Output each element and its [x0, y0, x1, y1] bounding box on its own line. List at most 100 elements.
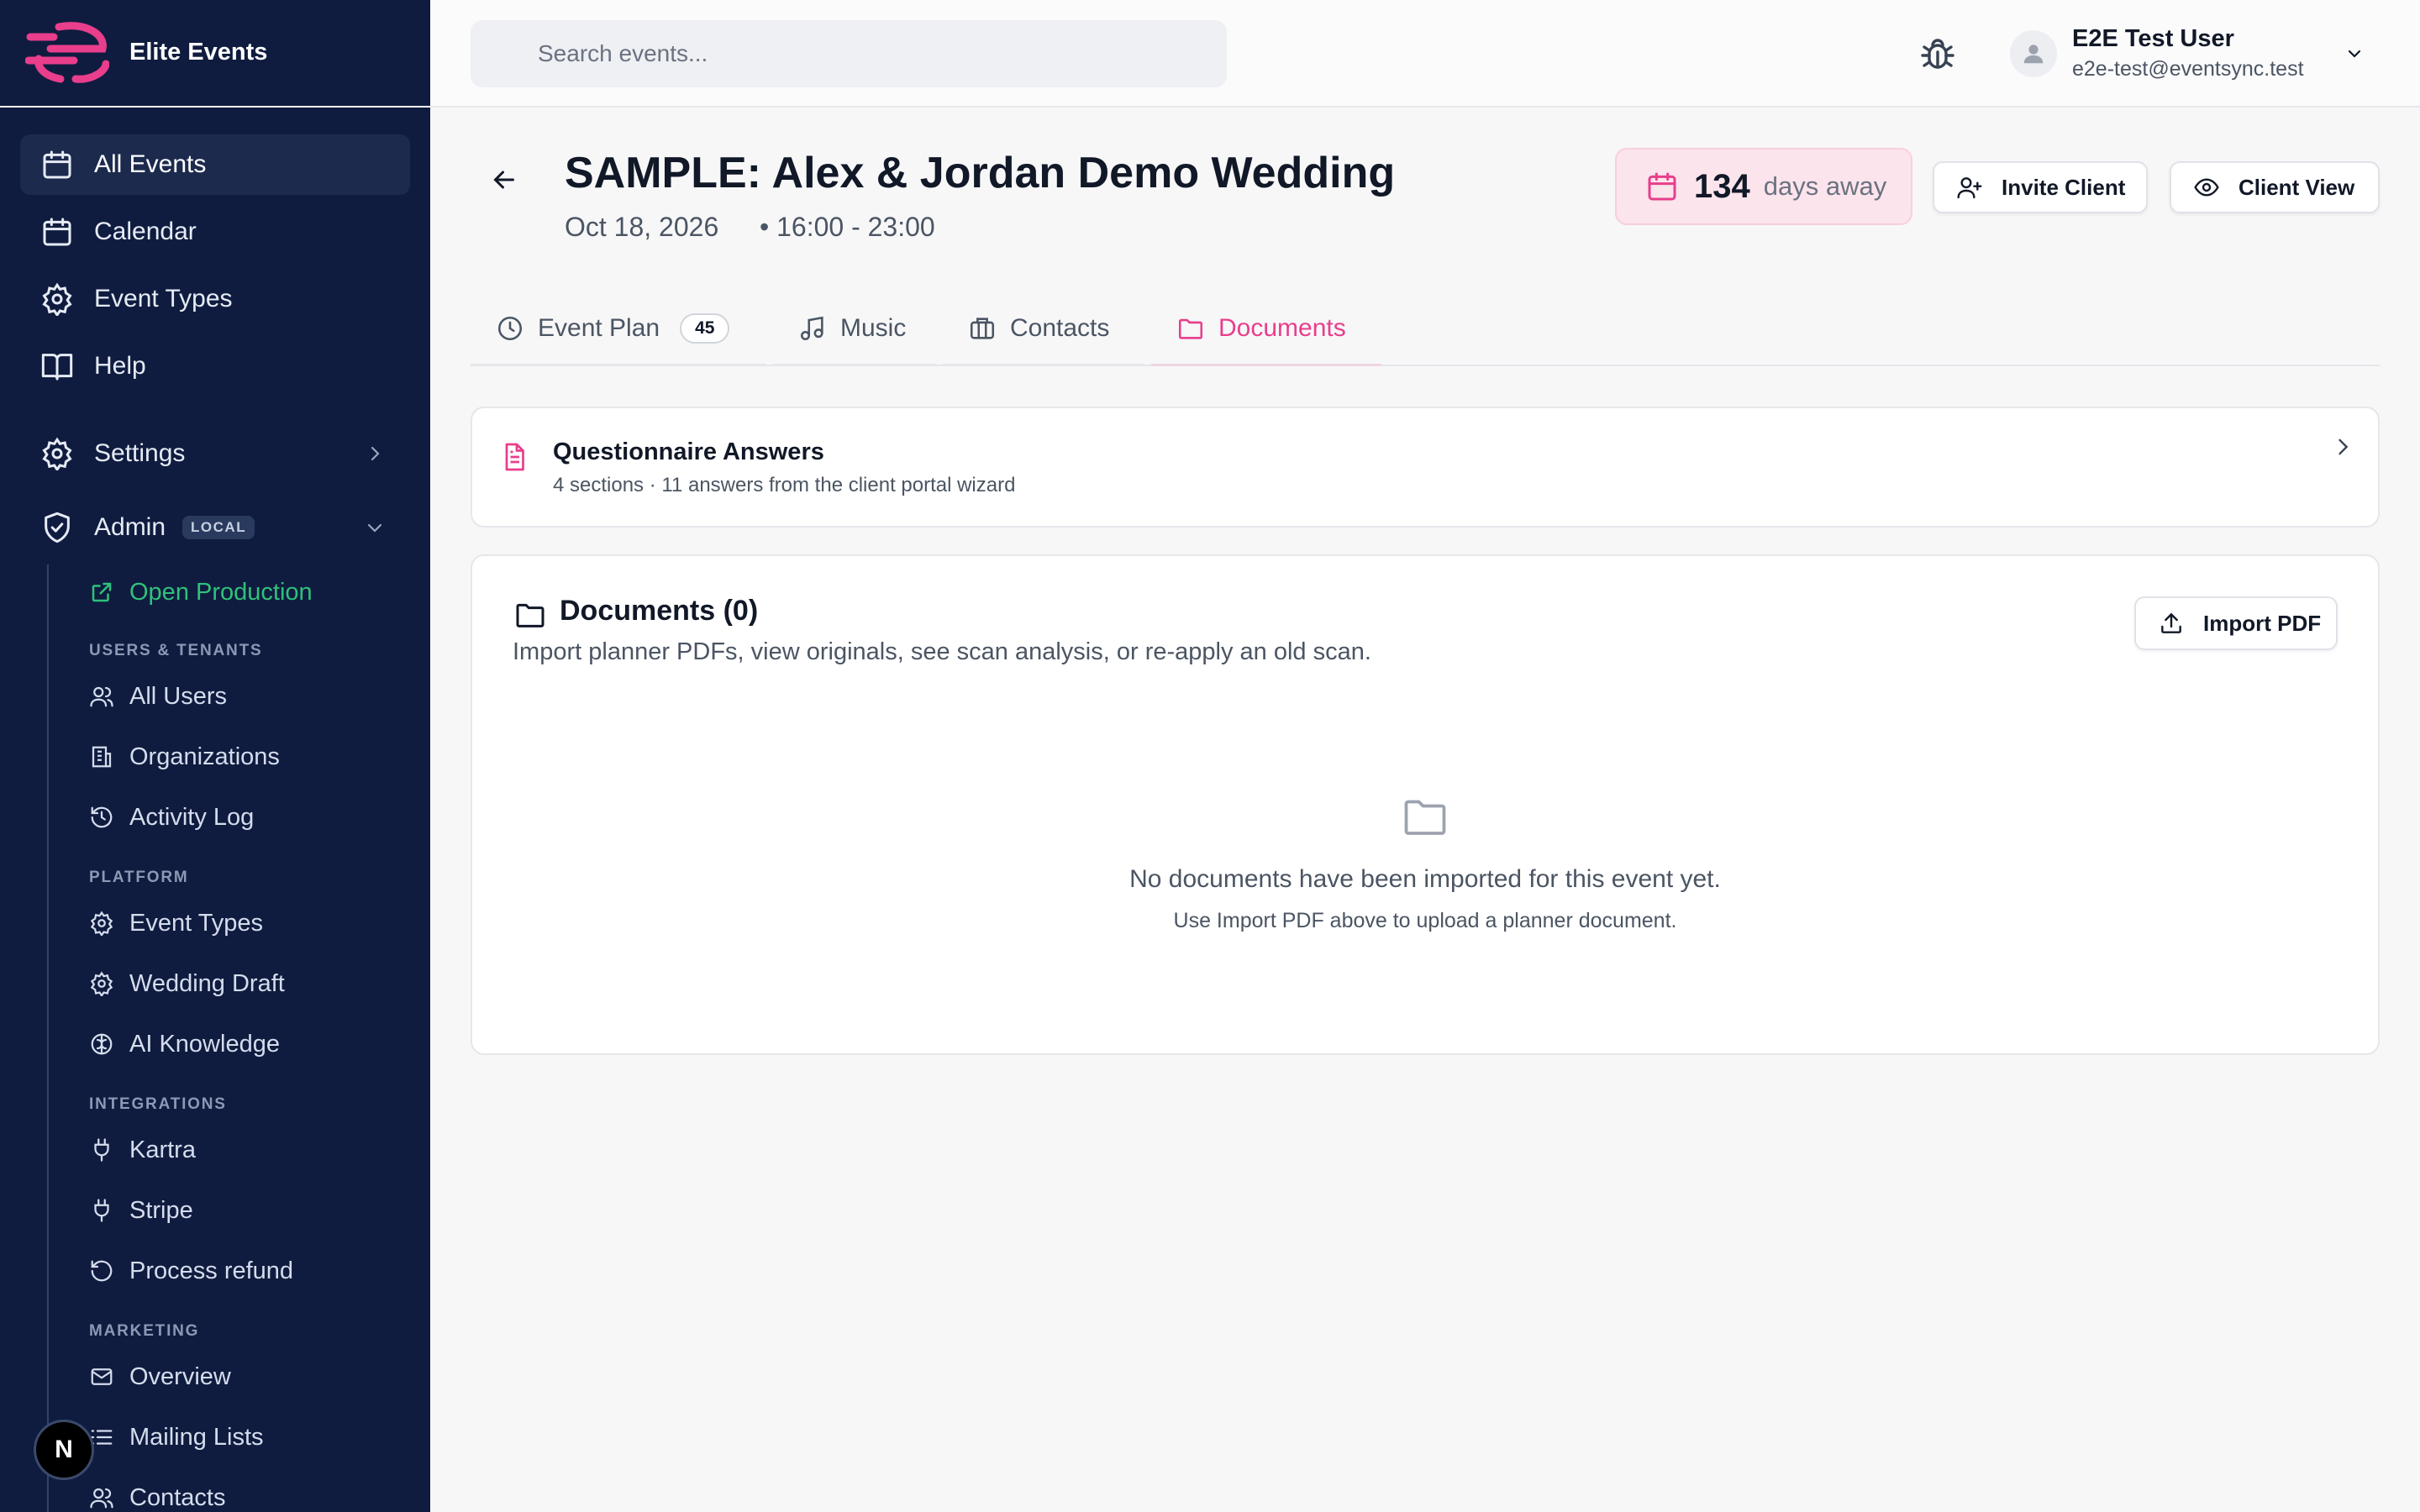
sidebar-item-event-types[interactable]: Event Types — [20, 269, 410, 329]
sidebar-item-platform-event-types[interactable]: Event Types — [89, 902, 263, 944]
sidebar-item-stripe[interactable]: Stripe — [89, 1189, 193, 1231]
document-icon — [499, 440, 529, 474]
sub-item-label: Kartra — [129, 1136, 196, 1163]
sub-item-label: Process refund — [129, 1257, 294, 1284]
tab-label: Documents — [1218, 313, 1346, 342]
plug-icon — [89, 1137, 114, 1163]
calendar-icon — [40, 148, 74, 181]
back-arrow-icon[interactable] — [489, 165, 519, 195]
import-pdf-button[interactable]: Import PDF — [2134, 596, 2338, 650]
external-link-icon — [89, 580, 114, 605]
documents-title: Documents (0) — [560, 595, 759, 627]
sidebar-item-activity-log[interactable]: Activity Log — [89, 796, 254, 838]
days-label: days away — [1763, 171, 1887, 201]
users-icon — [89, 1485, 114, 1510]
brand-name: Elite Events — [129, 38, 268, 66]
invite-client-button[interactable]: Invite Client — [1933, 161, 2148, 213]
brand-logo-icon — [25, 20, 109, 84]
chevron-down-icon — [365, 517, 385, 538]
sub-item-label: Event Types — [129, 909, 264, 937]
sidebar: Elite Events All Events Calendar Event T… — [0, 0, 430, 1512]
plug-icon — [89, 1198, 114, 1223]
sidebar-item-wedding-draft[interactable]: Wedding Draft — [89, 963, 285, 1005]
folder-icon — [1176, 314, 1205, 343]
sidebar-item-marketing-overview[interactable]: Overview — [89, 1356, 231, 1398]
sidebar-item-all-users[interactable]: All Users — [89, 675, 227, 717]
upload-icon — [2158, 610, 2185, 637]
questionnaire-card[interactable]: Questionnaire Answers 4 sections · 11 an… — [471, 407, 2380, 528]
empty-folder-icon — [1398, 791, 1452, 842]
sub-item-label: Wedding Draft — [129, 969, 285, 997]
questionnaire-subtitle: 4 sections · 11 answers from the client … — [553, 474, 1016, 496]
sidebar-item-help[interactable]: Help — [20, 336, 410, 396]
chevron-down-icon[interactable] — [2344, 44, 2365, 64]
user-email: e2e-test@eventsync.test — [2072, 57, 2304, 81]
button-label: Invite Client — [2002, 174, 2126, 200]
questionnaire-title: Questionnaire Answers — [553, 438, 824, 465]
admin-tree-line — [47, 564, 49, 1512]
sidebar-item-organizations[interactable]: Organizations — [89, 736, 280, 778]
gear-icon — [40, 437, 74, 470]
sub-item-label: Open Production — [129, 578, 313, 606]
sidebar-item-process-refund[interactable]: Process refund — [89, 1250, 293, 1292]
sidebar-item-mailing-lists[interactable]: Mailing Lists — [89, 1416, 264, 1458]
sub-item-label: Organizations — [129, 743, 280, 770]
section-users-tenants: USERS & TENANTS — [89, 642, 263, 659]
sidebar-item-all-events[interactable]: All Events — [20, 134, 410, 195]
sidebar-item-ai-knowledge[interactable]: AI Knowledge — [89, 1023, 280, 1065]
mail-icon — [89, 1364, 114, 1389]
bug-report-icon[interactable] — [1918, 34, 1958, 74]
tab-count-badge: 45 — [680, 312, 730, 344]
sidebar-item-kartra[interactable]: Kartra — [89, 1129, 196, 1171]
sub-item-label: All Users — [129, 682, 228, 710]
book-icon — [40, 349, 74, 383]
sub-item-label: Mailing Lists — [129, 1423, 264, 1451]
gear-icon — [89, 971, 114, 996]
tab-documents[interactable]: Documents — [1151, 292, 1381, 366]
empty-state-title: No documents have been imported for this… — [1129, 865, 1721, 893]
sub-item-label: Stripe — [129, 1196, 193, 1224]
gear-icon — [40, 282, 74, 316]
history-icon — [89, 805, 114, 830]
sidebar-item-admin[interactable]: Admin LOCAL — [20, 497, 410, 558]
page-title: SAMPLE: Alex & Jordan Demo Wedding — [565, 149, 1396, 197]
search-input[interactable]: Search events... — [471, 20, 1227, 87]
sub-item-label: Contacts — [129, 1483, 226, 1511]
avatar[interactable] — [2010, 30, 2057, 77]
gear-icon — [89, 911, 114, 936]
chevron-right-icon — [365, 444, 385, 464]
users-icon — [89, 684, 114, 709]
event-time: • 16:00 - 23:00 — [760, 212, 935, 242]
music-icon — [798, 314, 827, 343]
documents-card: Documents (0) Import planner PDFs, view … — [471, 554, 2380, 1055]
section-platform: PLATFORM — [89, 869, 189, 886]
sidebar-item-calendar[interactable]: Calendar — [20, 202, 410, 262]
brand[interactable]: Elite Events — [25, 18, 267, 86]
open-production-link[interactable]: Open Production — [89, 571, 313, 613]
shield-icon — [40, 511, 74, 544]
user-name[interactable]: E2E Test User — [2072, 25, 2234, 53]
tab-event-plan[interactable]: Event Plan 45 — [471, 292, 766, 366]
event-date: Oct 18, 2026 — [565, 212, 719, 242]
sidebar-item-label: Settings — [94, 439, 186, 467]
eye-icon — [2193, 174, 2220, 201]
chevron-right-icon — [2331, 435, 2354, 459]
building-icon — [89, 744, 114, 769]
sidebar-item-label: Help — [94, 352, 146, 380]
environment-badge: LOCAL — [182, 516, 255, 539]
tab-music[interactable]: Music — [773, 292, 936, 366]
sidebar-item-marketing-contacts[interactable]: Contacts — [89, 1477, 225, 1512]
tab-label: Music — [840, 313, 907, 342]
tab-contacts[interactable]: Contacts — [943, 292, 1144, 366]
sub-item-label: Activity Log — [129, 803, 255, 831]
brain-icon — [89, 1032, 114, 1057]
dev-tools-badge[interactable]: N — [34, 1420, 94, 1480]
sidebar-item-label: Admin — [94, 513, 166, 541]
refund-icon — [89, 1258, 114, 1284]
sidebar-item-label: All Events — [94, 150, 207, 178]
sidebar-item-settings[interactable]: Settings — [20, 423, 410, 484]
documents-subtitle: Import planner PDFs, view originals, see… — [513, 638, 1371, 665]
client-view-button[interactable]: Client View — [2170, 161, 2380, 213]
sidebar-divider — [0, 106, 430, 108]
section-integrations: INTEGRATIONS — [89, 1095, 227, 1113]
